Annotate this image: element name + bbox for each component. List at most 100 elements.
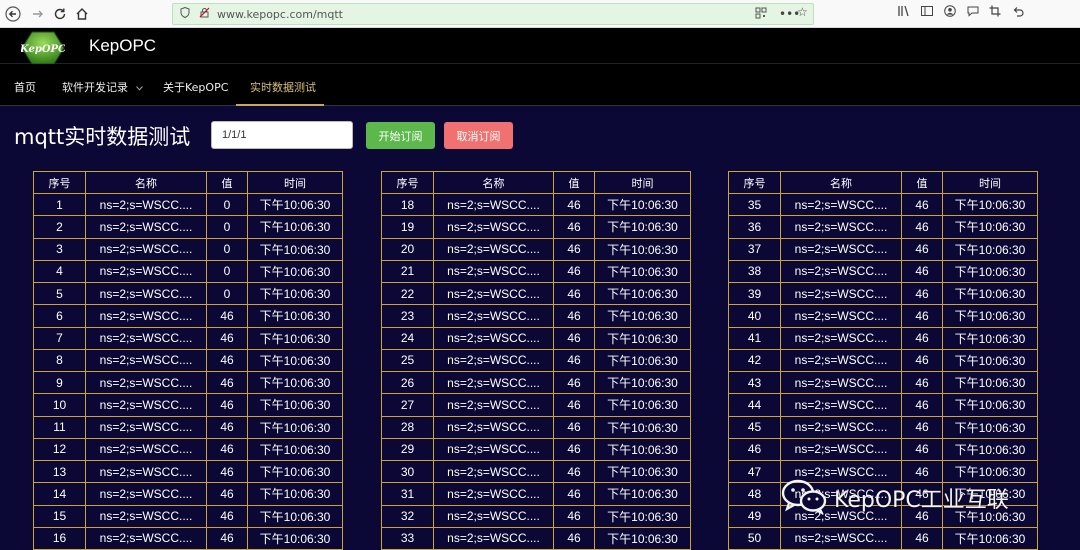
value-cell: 46: [553, 437, 595, 462]
unsubscribe-button[interactable]: 取消订阅: [444, 122, 513, 149]
value-cell: 46: [206, 526, 248, 550]
table-row: 40 ns=2;s=WSCC.... 46 下午10:06:30: [728, 304, 1038, 328]
table-row: 38 ns=2;s=WSCC.... 46 下午10:06:30: [728, 259, 1038, 284]
table-row: 5 ns=2;s=WSCC.... 0 下午10:06:30: [33, 281, 343, 306]
row-index-cell: 40: [728, 304, 781, 328]
table-row: 14 ns=2;s=WSCC.... 46 下午10:06:30: [33, 482, 343, 506]
time-cell: 下午10:06:30: [247, 237, 343, 261]
screenshot-icon[interactable]: [987, 5, 1003, 20]
table-row: 13 ns=2;s=WSCC.... 46 下午10:06:30: [33, 459, 343, 484]
row-index-cell: 11: [33, 415, 86, 439]
tag-name-cell: ns=2;s=WSCC....: [780, 393, 902, 417]
row-index-cell: 45: [728, 415, 781, 439]
row-index-cell: 7: [33, 326, 86, 350]
table-row: 3 ns=2;s=WSCC.... 0 下午10:06:30: [33, 237, 343, 261]
row-index-cell: 43: [728, 370, 781, 395]
table-row: 10 ns=2;s=WSCC.... 46 下午10:06:30: [33, 393, 343, 417]
tag-name-cell: ns=2;s=WSCC....: [780, 192, 902, 217]
bookmark-star-icon[interactable]: ☆: [797, 5, 808, 19]
value-cell: 46: [901, 526, 943, 550]
reload-icon[interactable]: [50, 4, 70, 24]
tag-name-cell: ns=2;s=WSCC....: [780, 526, 902, 550]
value-cell: 0: [206, 237, 248, 261]
row-index-cell: 19: [381, 215, 434, 239]
sidebar-icon[interactable]: [919, 5, 935, 20]
column-header: 名称: [433, 171, 554, 194]
topic-input[interactable]: [211, 121, 353, 149]
tag-name-cell: ns=2;s=WSCC....: [85, 304, 207, 328]
table-row: 29 ns=2;s=WSCC.... 46 下午10:06:30: [381, 437, 691, 462]
table-row: 7 ns=2;s=WSCC.... 46 下午10:06:30: [33, 326, 343, 350]
main-nav: [0, 64, 1080, 106]
column-header: 序号: [728, 171, 781, 194]
wechat-icon: [780, 478, 828, 518]
nav-item-realtime-test[interactable]: 实时数据测试: [250, 79, 316, 95]
tag-name-cell: ns=2;s=WSCC....: [433, 304, 554, 328]
time-cell: 下午10:06:30: [942, 415, 1038, 439]
time-cell: 下午10:06:30: [247, 370, 343, 395]
subscribe-button[interactable]: 开始订阅: [366, 122, 435, 149]
time-cell: 下午10:06:30: [594, 304, 691, 328]
tag-name-cell: ns=2;s=WSCC....: [433, 215, 554, 239]
row-index-cell: 27: [381, 393, 434, 417]
row-index-cell: 23: [381, 304, 434, 328]
watermark-text: KepOPC工业互联: [834, 488, 1009, 513]
value-cell: 46: [206, 415, 248, 439]
row-index-cell: 13: [33, 459, 86, 484]
table-row: 33 ns=2;s=WSCC.... 46 下午10:06:30: [381, 526, 691, 550]
tag-name-cell: ns=2;s=WSCC....: [780, 415, 902, 439]
tag-name-cell: ns=2;s=WSCC....: [85, 504, 207, 528]
home-icon[interactable]: [72, 4, 92, 24]
value-cell: 46: [206, 482, 248, 506]
nav-item-home[interactable]: 首页: [14, 79, 36, 95]
time-cell: 下午10:06:30: [247, 259, 343, 284]
tag-name-cell: ns=2;s=WSCC....: [85, 370, 207, 395]
tag-name-cell: ns=2;s=WSCC....: [433, 393, 554, 417]
row-index-cell: 49: [728, 504, 781, 528]
column-header: 名称: [85, 171, 207, 194]
tag-name-cell: ns=2;s=WSCC....: [433, 348, 554, 373]
library-icon[interactable]: [895, 5, 911, 20]
time-cell: 下午10:06:30: [942, 326, 1038, 350]
nav-active-indicator: [236, 104, 324, 106]
undo-icon[interactable]: [1010, 5, 1026, 20]
tag-name-cell: ns=2;s=WSCC....: [433, 370, 554, 395]
table-row: 1 ns=2;s=WSCC.... 0 下午10:06:30: [33, 192, 343, 217]
table-row: 18 ns=2;s=WSCC.... 46 下午10:06:30: [381, 192, 691, 217]
back-arrow-icon[interactable]: [3, 4, 23, 24]
row-index-cell: 24: [381, 326, 434, 350]
value-cell: 46: [206, 459, 248, 484]
time-cell: 下午10:06:30: [942, 304, 1038, 328]
tag-name-cell: ns=2;s=WSCC....: [433, 526, 554, 550]
time-cell: 下午10:06:30: [247, 504, 343, 528]
time-cell: 下午10:06:30: [247, 326, 343, 350]
nav-item-about[interactable]: 关于KepOPC: [163, 79, 228, 95]
value-cell: 46: [901, 259, 943, 284]
row-index-cell: 38: [728, 259, 781, 284]
value-cell: 46: [553, 215, 595, 239]
url-bar[interactable]: www.kepopc.com/mqtt ••• ☆: [172, 3, 814, 25]
row-index-cell: 33: [381, 526, 434, 550]
table-row: 28 ns=2;s=WSCC.... 46 下午10:06:30: [381, 415, 691, 439]
tag-name-cell: ns=2;s=WSCC....: [85, 526, 207, 550]
site-logo[interactable]: KepOPC: [19, 31, 66, 65]
chat-icon[interactable]: [965, 5, 981, 20]
tag-name-cell: ns=2;s=WSCC....: [433, 482, 554, 506]
nav-item-dev-log[interactable]: 软件开发记录: [62, 79, 143, 95]
row-index-cell: 47: [728, 459, 781, 484]
time-cell: 下午10:06:30: [247, 526, 343, 550]
row-index-cell: 21: [381, 259, 434, 284]
account-icon[interactable]: [942, 5, 958, 20]
row-index-cell: 15: [33, 504, 86, 528]
svg-text:KepOPC: KepOPC: [21, 44, 65, 55]
value-cell: 46: [901, 304, 943, 328]
time-cell: 下午10:06:30: [942, 526, 1038, 550]
value-cell: 46: [206, 437, 248, 462]
qr-code-icon[interactable]: [755, 7, 767, 22]
value-cell: 46: [553, 526, 595, 550]
time-cell: 下午10:06:30: [247, 393, 343, 417]
column-header: 序号: [381, 171, 434, 194]
row-index-cell: 41: [728, 326, 781, 350]
insecure-lock-icon[interactable]: [197, 7, 211, 21]
forward-arrow-icon[interactable]: [28, 4, 48, 24]
